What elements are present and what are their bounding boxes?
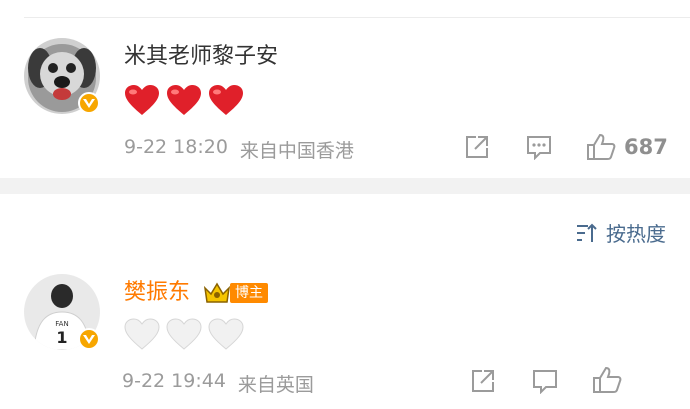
comment-date: 9-22 19:44	[122, 370, 226, 392]
sort-label: 按热度	[606, 222, 666, 246]
sort-by-hot-button[interactable]: 按热度	[576, 218, 666, 247]
like-button[interactable]: 687	[586, 133, 668, 161]
blogger-tag: 博主	[230, 283, 268, 303]
comment-source: 来自英国	[237, 374, 314, 396]
thumbs-up-icon	[587, 133, 616, 160]
blogger-badge: 博主	[202, 280, 268, 306]
like-count: 687	[624, 135, 668, 159]
comment-content	[124, 318, 244, 350]
comment-meta: 9-22 19:44 来自英国	[122, 370, 314, 397]
share-button[interactable]	[470, 368, 496, 394]
comment-date: 9-22 18:20	[124, 136, 228, 158]
red-heart-icon	[167, 85, 201, 115]
username[interactable]: 樊振东	[124, 278, 190, 308]
comment-button[interactable]	[526, 134, 552, 160]
red-heart-icon	[209, 85, 243, 115]
share-icon	[472, 370, 494, 392]
svg-text:FAN: FAN	[55, 320, 68, 328]
red-heart-icon	[125, 85, 159, 115]
comment-icon	[527, 136, 551, 160]
divider	[24, 17, 690, 18]
comment-thread: 米其老师黎子安 9-22 18:20 来自中国香港 687 按热度 FAN 1 …	[0, 0, 690, 409]
white-heart-icon	[166, 318, 202, 350]
comment-meta: 9-22 18:20 来自中国香港	[124, 136, 354, 163]
like-button[interactable]	[592, 366, 622, 394]
svg-text:1: 1	[56, 328, 67, 347]
username[interactable]: 米其老师黎子安	[124, 42, 278, 72]
sort-icon	[577, 223, 597, 242]
comment-button[interactable]	[532, 368, 558, 394]
thumbs-up-icon	[593, 366, 622, 393]
crown-icon	[203, 282, 231, 303]
section-separator	[0, 178, 690, 194]
comment-icon	[533, 370, 557, 394]
comment-content	[124, 84, 244, 116]
white-heart-icon	[124, 318, 160, 350]
verified-badge-icon	[78, 92, 100, 114]
white-heart-icon	[208, 318, 244, 350]
verified-badge-icon	[78, 328, 100, 350]
share-button[interactable]	[464, 134, 490, 160]
share-icon	[466, 136, 488, 158]
comment-source: 来自中国香港	[239, 140, 354, 162]
